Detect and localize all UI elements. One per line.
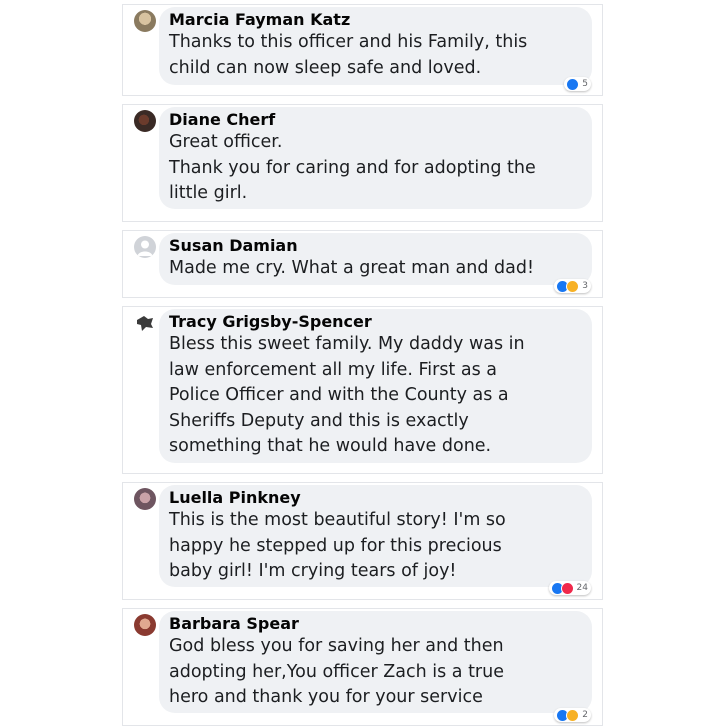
comment-text-line: Sheriffs Deputy and this is exactly xyxy=(169,410,469,431)
comment-text-line: child can now sleep safe and loved. xyxy=(169,57,482,78)
comment-text-line: This is the most beautiful story! I'm so xyxy=(169,510,506,530)
like-icon xyxy=(566,77,580,91)
commenter-name[interactable]: Susan Damian xyxy=(169,236,582,256)
commenter-name[interactable]: Diane Cherf xyxy=(169,110,582,130)
avatar[interactable] xyxy=(134,312,156,334)
commenter-name[interactable]: Marcia Fayman Katz xyxy=(169,10,582,30)
reaction-summary[interactable]: 5 xyxy=(564,77,591,91)
comment-text-line: something that he would have done. xyxy=(169,436,492,456)
comment-card: Marcia Fayman Katz Thanks to this office… xyxy=(122,4,603,96)
comment-text-line: Made me cry. What a great man and dad! xyxy=(169,258,534,278)
reaction-summary[interactable]: 24 xyxy=(548,581,591,595)
comment-card: Tracy Grigsby-Spencer Bless this sweet f… xyxy=(122,306,603,474)
comment-bubble: Susan Damian Made me cry. What a great m… xyxy=(159,233,592,285)
comment-bubble: Diane Cherf Great officer. Thank you for… xyxy=(159,107,592,209)
default-avatar-icon[interactable] xyxy=(134,236,156,258)
avatar[interactable] xyxy=(134,10,156,32)
comment-card: Diane Cherf Great officer. Thank you for… xyxy=(122,104,603,222)
comment-text-line: Thanks to this officer and his Family, t… xyxy=(169,32,528,52)
comment-text-line: Thank you for caring and for adopting th… xyxy=(169,157,536,178)
comment-text-line: hero and thank you for your service xyxy=(169,687,483,707)
comment-text-line: Police Officer and with the County as a xyxy=(169,385,509,405)
comment-bubble: Tracy Grigsby-Spencer Bless this sweet f… xyxy=(159,309,592,463)
reaction-summary[interactable]: 3 xyxy=(554,279,591,293)
comment-text-line: God bless you for saving her and then xyxy=(169,636,504,656)
comment-bubble: Barbara Spear God bless you for saving h… xyxy=(159,611,592,713)
reaction-count: 5 xyxy=(582,79,588,89)
avatar[interactable] xyxy=(134,614,156,636)
comment-text-line: Great officer. xyxy=(169,132,283,152)
commenter-name[interactable]: Luella Pinkney xyxy=(169,488,582,508)
comment-card: Luella Pinkney This is the most beautifu… xyxy=(122,482,603,600)
reaction-count: 24 xyxy=(576,583,588,593)
comment-text-line: happy he stepped up for this precious xyxy=(169,535,502,556)
reaction-count: 2 xyxy=(582,710,588,720)
comment-card: Barbara Spear God bless you for saving h… xyxy=(122,608,603,726)
avatar[interactable] xyxy=(134,110,156,132)
avatar[interactable] xyxy=(134,488,156,510)
care-icon xyxy=(566,279,580,293)
love-icon xyxy=(560,581,574,595)
comment-text-line: adopting her,You officer Zach is a true xyxy=(169,661,504,682)
comment-bubble: Luella Pinkney This is the most beautifu… xyxy=(159,485,592,587)
comment-bubble: Marcia Fayman Katz Thanks to this office… xyxy=(159,7,592,85)
comment-card: Susan Damian Made me cry. What a great m… xyxy=(122,230,603,298)
commenter-name[interactable]: Barbara Spear xyxy=(169,614,582,634)
comment-text-line: little girl. xyxy=(169,183,248,203)
comment-text-line: Bless this sweet family. My daddy was in xyxy=(169,334,525,354)
commenter-name[interactable]: Tracy Grigsby-Spencer xyxy=(169,312,582,332)
comment-text-line: baby girl! I'm crying tears of joy! xyxy=(169,561,457,581)
comment-text-line: law enforcement all my life. First as a xyxy=(169,359,497,380)
reaction-count: 3 xyxy=(582,281,588,291)
care-icon xyxy=(566,708,580,722)
reaction-summary[interactable]: 2 xyxy=(554,708,591,722)
